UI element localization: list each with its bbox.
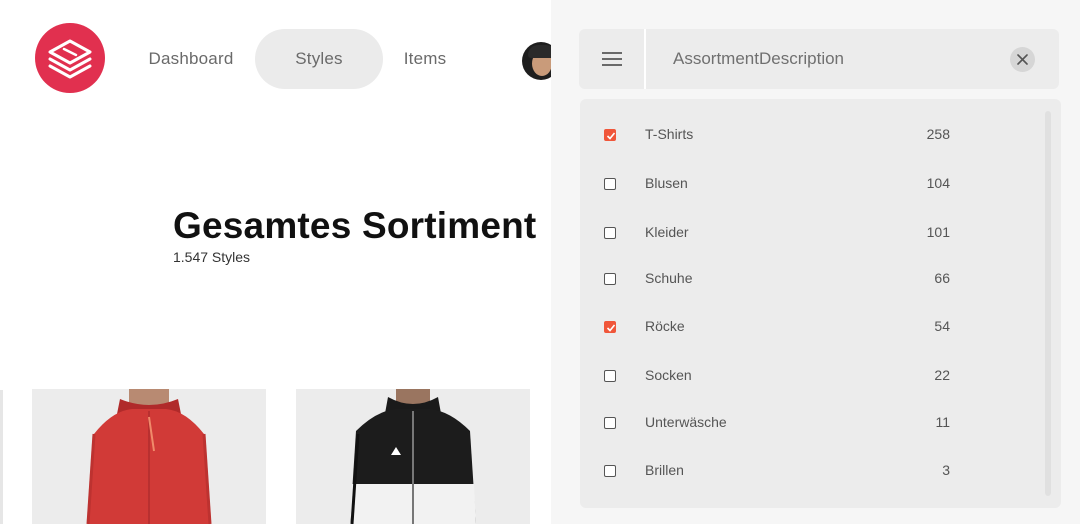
option-count: 104 — [926, 175, 950, 191]
option-label: Unterwäsche — [645, 414, 727, 430]
checkbox-unterwaesche[interactable] — [604, 417, 616, 429]
nav-styles[interactable]: Styles — [255, 29, 383, 89]
hamburger-menu-icon — [601, 52, 622, 66]
option-label: Kleider — [645, 224, 689, 240]
option-label: Blusen — [645, 175, 688, 191]
clear-button[interactable] — [1010, 47, 1035, 72]
filter-option-unterwaesche[interactable]: Unterwäsche 11 — [580, 408, 1020, 438]
option-label: T-Shirts — [645, 126, 694, 142]
checkbox-socken[interactable] — [604, 370, 616, 382]
option-count: 258 — [926, 126, 950, 142]
checkbox-brillen[interactable] — [604, 465, 616, 477]
filter-option-t-shirts[interactable]: T-Shirts 258 — [580, 120, 1020, 150]
product-image-red-jacket — [86, 389, 212, 524]
stack-layers-logo-icon — [48, 39, 92, 79]
option-count: 54 — [934, 318, 950, 334]
list-scrollbar[interactable] — [1045, 111, 1051, 496]
nav-dashboard[interactable]: Dashboard — [140, 29, 242, 89]
product-card-black-white-jacket[interactable] — [296, 389, 530, 524]
option-label: Socken — [645, 367, 692, 383]
nav-items[interactable]: Items — [390, 29, 460, 89]
filter-option-blusen[interactable]: Blusen 104 — [580, 169, 1020, 199]
styles-count: 1.547 Styles — [173, 249, 251, 265]
menu-button[interactable] — [579, 29, 646, 89]
checkbox-t-shirts[interactable] — [604, 129, 616, 141]
product-card-red-jacket[interactable] — [32, 389, 266, 524]
scrollbar-thumb[interactable] — [1045, 111, 1051, 496]
check-icon — [606, 324, 616, 332]
filter-option-kleider[interactable]: Kleider 101 — [580, 218, 1020, 248]
option-label: Schuhe — [645, 270, 693, 286]
option-count: 3 — [942, 462, 950, 478]
page-title: Gesamtes Sortiment — [173, 205, 537, 246]
filter-field-bar — [579, 29, 1059, 89]
close-icon — [1017, 54, 1028, 65]
option-count: 22 — [934, 367, 950, 383]
option-count: 101 — [926, 224, 950, 240]
filter-option-roecke[interactable]: Röcke 54 — [580, 312, 1020, 342]
product-card-edge[interactable] — [0, 390, 3, 524]
filter-field-input[interactable] — [673, 48, 1003, 70]
product-image-track-jacket — [350, 389, 476, 524]
checkbox-schuhe[interactable] — [604, 273, 616, 285]
option-count: 11 — [935, 414, 950, 430]
checkbox-roecke[interactable] — [604, 321, 616, 333]
option-count: 66 — [934, 270, 950, 286]
check-icon — [606, 132, 616, 140]
option-label: Brillen — [645, 462, 684, 478]
checkbox-blusen[interactable] — [604, 178, 616, 190]
filter-option-socken[interactable]: Socken 22 — [580, 361, 1020, 391]
filter-option-brillen[interactable]: Brillen 3 — [580, 456, 1020, 486]
filter-drawer: T-Shirts 258 Blusen 104 Kleider 101 Schu… — [551, 0, 1080, 524]
app-logo[interactable] — [35, 23, 105, 93]
filter-options-list: T-Shirts 258 Blusen 104 Kleider 101 Schu… — [580, 99, 1061, 508]
option-label: Röcke — [645, 318, 685, 334]
checkbox-kleider[interactable] — [604, 227, 616, 239]
filter-option-schuhe[interactable]: Schuhe 66 — [580, 264, 1020, 294]
